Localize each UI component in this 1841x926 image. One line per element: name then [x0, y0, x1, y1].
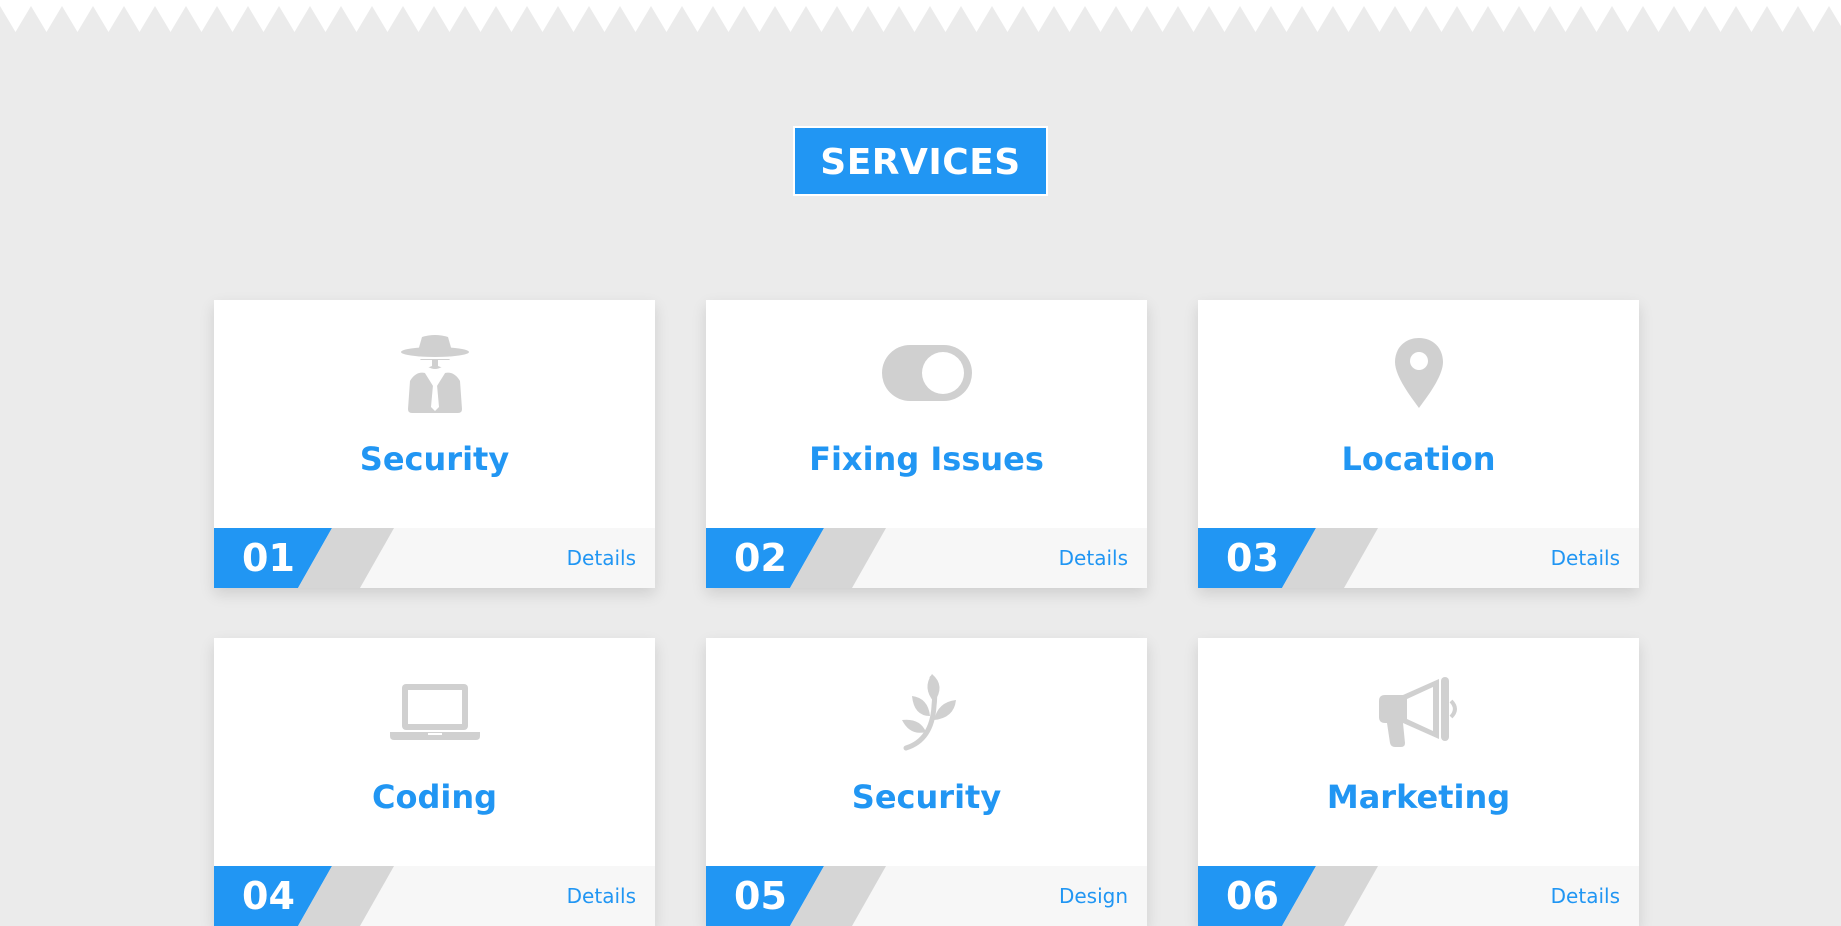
card-footer: 04 Details [214, 866, 655, 926]
megaphone-icon [1198, 668, 1639, 754]
card-footer: 02 Details [706, 528, 1147, 588]
details-link[interactable]: Details [567, 528, 636, 588]
service-card-fixing-issues: Fixing Issues 02 Details [706, 300, 1147, 588]
card-footer: 01 Details [214, 528, 655, 588]
details-link[interactable]: Details [1059, 528, 1128, 588]
toggle-icon [706, 330, 1147, 416]
service-number: 02 [734, 536, 787, 580]
card-footer: 03 Details [1198, 528, 1639, 588]
service-number: 06 [1226, 874, 1279, 918]
service-number: 05 [734, 874, 787, 918]
service-card-marketing: Marketing 06 Details [1198, 638, 1639, 926]
service-number: 03 [1226, 536, 1279, 580]
details-link[interactable]: Details [1551, 528, 1620, 588]
service-number: 01 [242, 536, 295, 580]
details-link[interactable]: Details [1551, 866, 1620, 926]
service-card-security-2: Security 05 Design [706, 638, 1147, 926]
card-footer: 05 Design [706, 866, 1147, 926]
map-pin-icon [1198, 330, 1639, 416]
service-title: Security [851, 778, 1002, 816]
section-title: SERVICES [793, 126, 1048, 196]
service-title: Location [1341, 440, 1496, 478]
laptop-icon [214, 668, 655, 754]
service-title: Coding [371, 778, 498, 816]
zigzag-border [0, 0, 1841, 32]
details-link[interactable]: Design [1059, 866, 1128, 926]
service-title: Security [359, 440, 510, 478]
service-number: 04 [242, 874, 295, 918]
service-card-coding: Coding 04 Details [214, 638, 655, 926]
details-link[interactable]: Details [567, 866, 636, 926]
leaf-icon [706, 668, 1147, 754]
card-footer: 06 Details [1198, 866, 1639, 926]
service-card-location: Location 03 Details [1198, 300, 1639, 588]
service-title: Fixing Issues [809, 440, 1044, 478]
service-title: Marketing [1326, 778, 1511, 816]
service-card-security: Security 01 Details [214, 300, 655, 588]
spy-icon [214, 330, 655, 416]
